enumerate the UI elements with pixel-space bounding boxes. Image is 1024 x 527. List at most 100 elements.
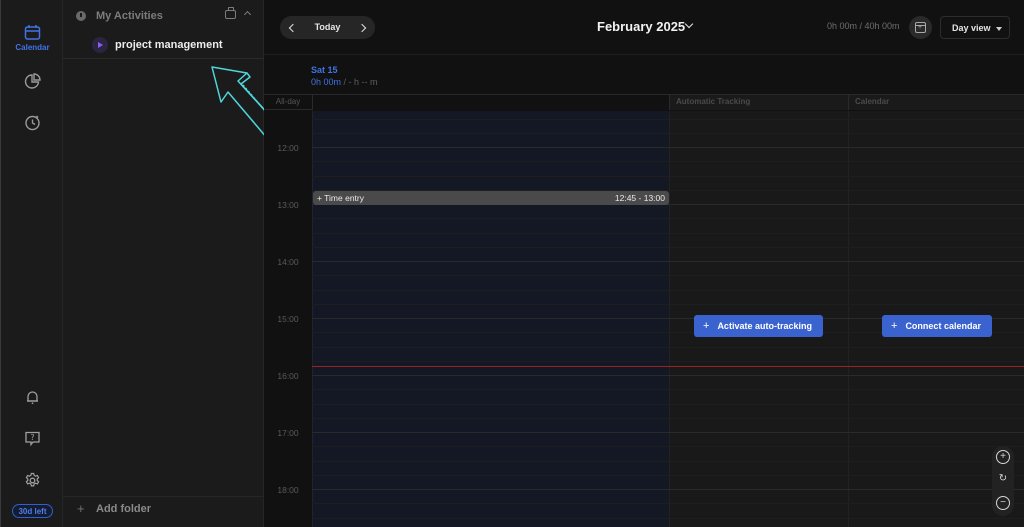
column-header-calendar: Calendar (848, 95, 1024, 110)
rail-item-label: Calendar (15, 43, 50, 52)
zoom-in-button[interactable]: + (996, 450, 1010, 464)
activities-title: My Activities (96, 10, 163, 22)
quarter-gridline (312, 218, 1024, 219)
time-entry[interactable]: + Time entry 12:45 - 13:00 (313, 191, 669, 205)
add-folder-label: Add folder (96, 503, 151, 515)
planned-value: / - h -- m (341, 77, 378, 87)
all-day-row: All-day Automatic Tracking Calendar (264, 95, 1024, 110)
zoom-out-button[interactable]: − (996, 496, 1010, 510)
caret-down-icon (996, 27, 1002, 31)
plus-icon: + (891, 320, 898, 332)
next-day-button[interactable] (353, 16, 375, 39)
hour-label: 18:00 (277, 485, 299, 495)
quarter-gridline (312, 290, 1024, 291)
hour-label: 14:00 (277, 257, 299, 267)
calendar-add-icon (915, 22, 926, 33)
connect-calendar-button[interactable]: + Connect calendar (882, 315, 992, 337)
plus-icon: + (703, 320, 710, 332)
tracked-value: 0h 00m (311, 77, 342, 87)
column-header-auto-tracking: Automatic Tracking (669, 95, 848, 110)
chevron-up-icon[interactable] (243, 10, 252, 19)
hour-label: 13:00 (277, 200, 299, 210)
quarter-gridline (312, 247, 1024, 248)
rail-item-settings[interactable] (1, 472, 64, 489)
column-title: Automatic Tracking (676, 97, 751, 106)
plus-icon: + (77, 501, 85, 516)
all-day-label: All-day (275, 97, 301, 106)
connect-calendar-label: Connect calendar (905, 321, 981, 331)
gear-icon (25, 472, 40, 487)
date-nav: Today (280, 16, 375, 39)
activity-item[interactable]: project management (63, 32, 264, 59)
quarter-gridline (312, 518, 1024, 519)
quarter-gridline (312, 389, 1024, 390)
day-tracked-time: 0h 00m / - h -- m (311, 77, 378, 87)
quarter-gridline (312, 119, 1024, 120)
view-selector[interactable]: Day view (940, 16, 1010, 39)
help-chat-icon: ? (25, 431, 40, 447)
quarter-gridline (312, 418, 1024, 419)
rail-item-timer[interactable] (1, 114, 64, 131)
briefcase-icon[interactable] (225, 7, 236, 19)
calendar-toolbar: Today February 2025 0h 00m / 40h 00m Day… (264, 0, 1024, 55)
hour-gridline (312, 147, 1024, 148)
hour-label: 12:00 (277, 143, 299, 153)
pie-chart-icon (24, 73, 41, 89)
quarter-gridline (312, 461, 1024, 462)
hour-gridline (312, 261, 1024, 262)
hour-gridline (312, 489, 1024, 490)
play-icon[interactable] (92, 37, 108, 53)
month-picker[interactable]: February 2025 (597, 19, 685, 34)
zoom-reset-button[interactable]: ↻ (996, 473, 1010, 487)
quarter-gridline (312, 404, 1024, 405)
day-header: Sat 15 0h 00m / - h -- m (264, 56, 1024, 95)
timer-icon (25, 115, 40, 131)
activities-header[interactable]: My Activities (63, 0, 264, 32)
view-selector-label: Day view (952, 23, 991, 33)
app: Calendar ? 30d left My Activities projec… (0, 0, 1024, 527)
all-day-cell[interactable] (312, 95, 669, 110)
quarter-gridline (312, 304, 1024, 305)
activate-auto-tracking-label: Activate auto-tracking (717, 321, 812, 331)
current-time-line (312, 366, 1024, 367)
quarter-gridline (312, 503, 1024, 504)
quarter-gridline (312, 475, 1024, 476)
calendar-main: Today February 2025 0h 00m / 40h 00m Day… (264, 0, 1024, 527)
add-folder-button[interactable]: + Add folder (63, 496, 264, 521)
time-entry-range: 12:45 - 13:00 (614, 193, 665, 203)
rail-item-calendar[interactable]: Calendar (1, 24, 64, 52)
hour-gridline (312, 432, 1024, 433)
rail-item-help[interactable]: ? (1, 430, 64, 447)
activity-name: project management (115, 39, 223, 51)
day-name[interactable]: Sat 15 (311, 65, 338, 75)
rail-item-reports[interactable] (1, 73, 64, 90)
time-entry-title: + Time entry (317, 193, 365, 203)
previous-day-button[interactable] (280, 16, 302, 39)
bell-icon (27, 391, 38, 404)
nav-rail: Calendar ? 30d left (0, 0, 63, 527)
hour-gridline (312, 375, 1024, 376)
weekly-hours-total: 0h 00m / 40h 00m (827, 21, 900, 31)
hour-label: 16:00 (277, 371, 299, 381)
hour-label: 17:00 (277, 428, 299, 438)
column-title: Calendar (855, 97, 890, 106)
chevron-down-icon[interactable] (684, 19, 694, 29)
activate-auto-tracking-button[interactable]: + Activate auto-tracking (694, 315, 823, 337)
quarter-gridline (312, 446, 1024, 447)
add-calendar-button[interactable] (909, 16, 932, 39)
quarter-gridline (312, 347, 1024, 348)
rail-item-notifications[interactable] (1, 389, 64, 406)
day-column[interactable] (312, 111, 669, 527)
svg-text:?: ? (30, 433, 34, 442)
quarter-gridline (312, 176, 1024, 177)
calendar-icon (24, 25, 41, 40)
clock-icon (76, 11, 86, 21)
activities-panel: My Activities project management + Add f… (63, 0, 283, 527)
quarter-gridline (312, 161, 1024, 162)
quarter-gridline (312, 361, 1024, 362)
today-button[interactable]: Today (305, 22, 350, 32)
time-grid[interactable]: 12:00 13:00 14:00 15:00 16:00 17:00 18:0… (264, 111, 1024, 527)
trial-badge[interactable]: 30d left (12, 504, 53, 518)
zoom-controls: + ↻ − (992, 446, 1014, 516)
quarter-gridline (312, 133, 1024, 134)
